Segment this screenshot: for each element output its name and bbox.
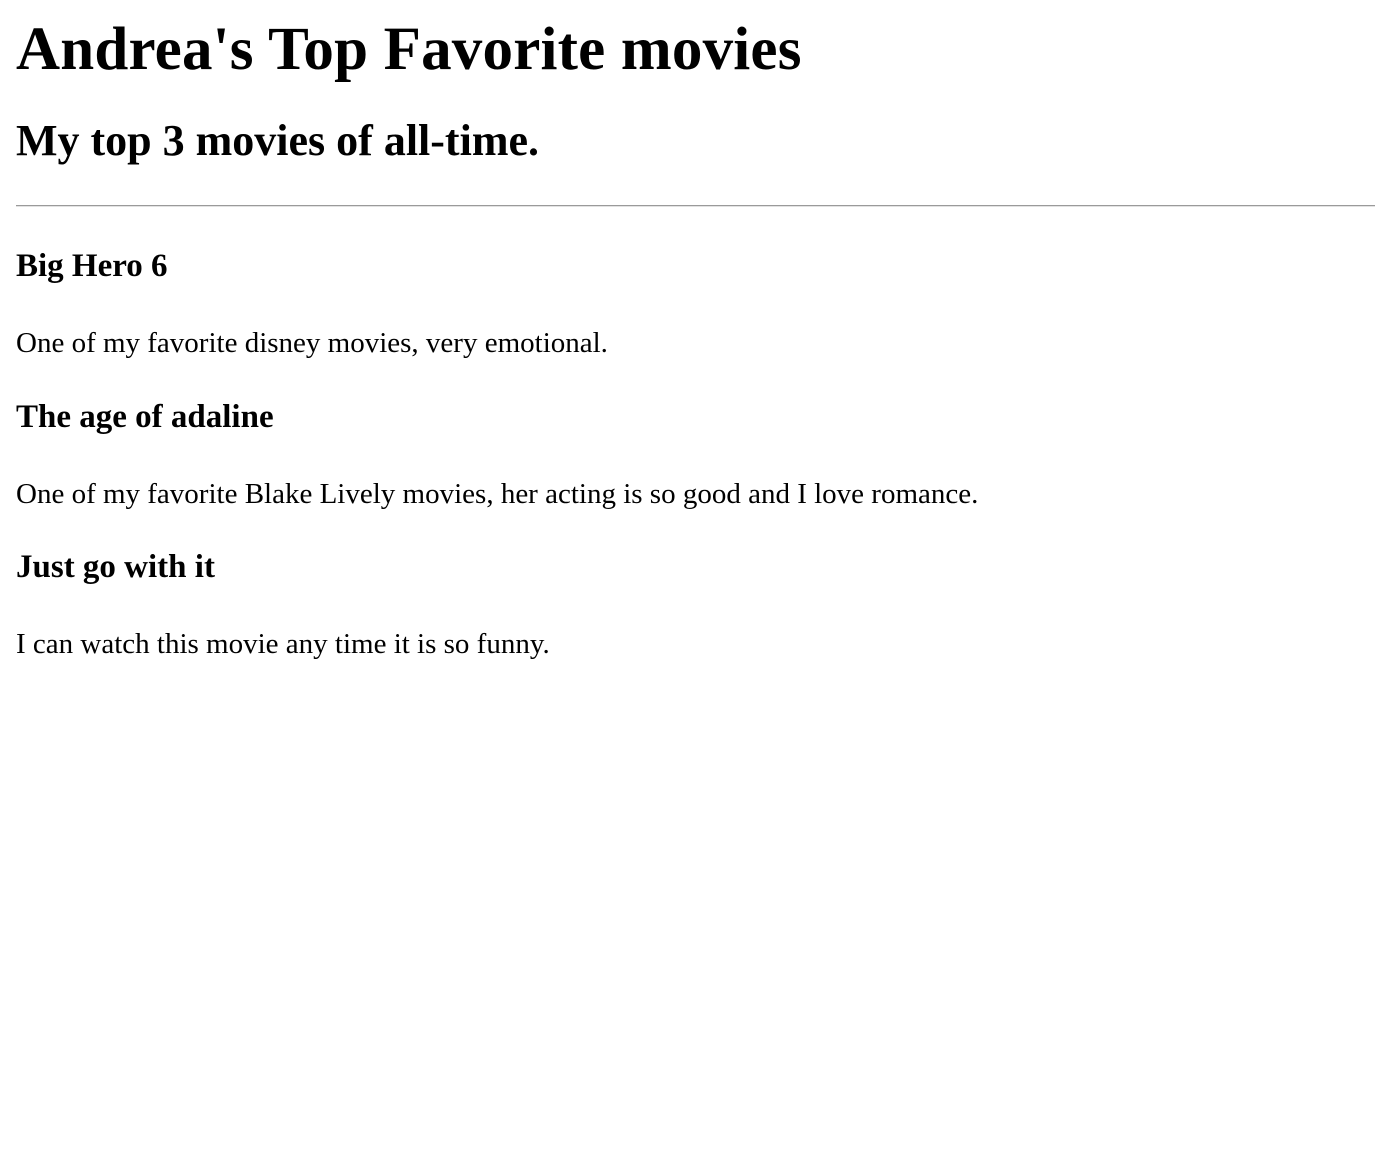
movie-title: The age of adaline xyxy=(16,398,274,435)
movie-description: One of my favorite disney movies, very e… xyxy=(16,327,608,360)
movie-entry: The age of adaline One of my favorite Bl… xyxy=(16,399,1375,511)
movie-title: Big Hero 6 xyxy=(16,248,168,285)
divider xyxy=(16,205,1375,208)
movie-description: One of my favorite Blake Lively movies, … xyxy=(16,477,979,510)
movie-entry: Just go with it I can watch this movie a… xyxy=(16,549,1375,661)
movie-title: Just go with it xyxy=(16,549,215,586)
movie-entry: Big Hero 6 One of my favorite disney mov… xyxy=(16,248,1375,360)
page-title: Andrea's Top Favorite movies xyxy=(16,16,802,83)
page-subtitle: My top 3 movies of all-time. xyxy=(16,116,539,166)
page: Andrea's Top Favorite movies My top 3 mo… xyxy=(0,16,1385,661)
movie-description: I can watch this movie any time it is so… xyxy=(16,627,550,660)
